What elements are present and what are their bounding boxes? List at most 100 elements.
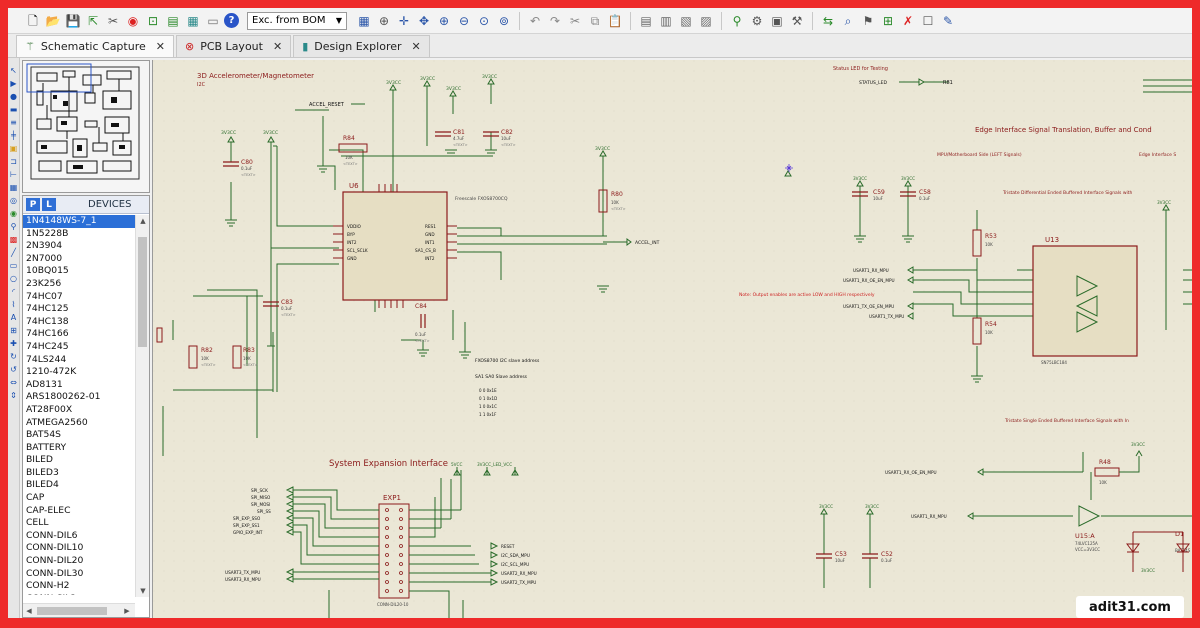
overview-window[interactable] <box>22 60 150 193</box>
undo-icon[interactable]: ↶ <box>526 12 544 30</box>
device-list-item[interactable]: 1N5228B <box>23 228 135 241</box>
print-icon[interactable]: ▤ <box>164 12 182 30</box>
device-list-item[interactable]: BILED <box>23 454 135 467</box>
hscrollbar-thumb[interactable] <box>37 607 107 615</box>
device-list-item[interactable]: CAP-ELEC <box>23 505 135 518</box>
text-icon[interactable]: ≡ <box>9 118 18 127</box>
line-icon[interactable]: ╱ <box>9 248 18 257</box>
record-icon[interactable]: ◉ <box>124 12 142 30</box>
tab-design-explorer[interactable]: ▮ Design Explorer ✕ <box>293 35 430 57</box>
open-icon[interactable]: 📂 <box>44 12 62 30</box>
device-list-item[interactable]: CONN-H2 <box>23 580 135 593</box>
cut-icon[interactable]: ✂ <box>104 12 122 30</box>
wire-icon[interactable]: ⇆ <box>819 12 837 30</box>
tab-pcb-layout[interactable]: ⊗ PCB Layout ✕ <box>175 35 292 57</box>
new-icon[interactable]: 🗋 <box>24 12 42 30</box>
device-list-item[interactable]: BILED3 <box>23 467 135 480</box>
device-list-item[interactable]: 10BQ015 <box>23 265 135 278</box>
packaging-icon[interactable]: ▣ <box>768 12 786 30</box>
symbol-icon[interactable]: ⊞ <box>9 326 18 335</box>
device-list-item[interactable]: 1N4148WS-7_1 <box>23 215 135 228</box>
bill-icon[interactable]: ✗ <box>899 12 917 30</box>
zoom-in-icon[interactable]: ⊕ <box>435 12 453 30</box>
netlist-icon[interactable]: ⊞ <box>879 12 897 30</box>
block-move-icon[interactable]: ▥ <box>657 12 675 30</box>
device-list-item[interactable]: 23K256 <box>23 278 135 291</box>
chip-u13[interactable] <box>1032 245 1138 357</box>
device-list-scrollbar[interactable]: ▲ ▼ <box>135 215 149 597</box>
device-list-item[interactable]: ATMEGA2560 <box>23 417 135 430</box>
device-list-item[interactable]: BATTERY <box>23 442 135 455</box>
crosshair-icon[interactable]: ✛ <box>395 12 413 30</box>
device-list-item[interactable]: 74HC07 <box>23 291 135 304</box>
device-list-item[interactable]: CONN-DIL30 <box>23 568 135 581</box>
scroll-right-icon[interactable]: ▶ <box>121 605 133 617</box>
mirror-y-icon[interactable]: ⇕ <box>9 391 18 400</box>
device-list-item[interactable]: 1210-472K <box>23 366 135 379</box>
save-icon[interactable]: 💾 <box>64 12 82 30</box>
zoom-all-icon[interactable]: ⊙ <box>475 12 493 30</box>
copy-icon[interactable]: ⧉ <box>586 12 604 30</box>
device-list-item[interactable]: CONN-DIL6 <box>23 530 135 543</box>
device-list-item[interactable]: BILED4 <box>23 479 135 492</box>
terminal-icon[interactable]: ⊐ <box>9 157 18 166</box>
page-icon[interactable]: ▭ <box>204 12 222 30</box>
probe-icon[interactable]: ⚲ <box>9 222 18 231</box>
block-copy-icon[interactable]: ▤ <box>637 12 655 30</box>
device-list-item[interactable]: 74HC138 <box>23 316 135 329</box>
document-icon[interactable]: ▦ <box>184 12 202 30</box>
bom-select[interactable]: Exc. from BOM ▼ <box>247 11 347 30</box>
box-icon[interactable]: ▭ <box>9 261 18 270</box>
device-list-item[interactable]: 74HC245 <box>23 341 135 354</box>
report-icon[interactable]: ✎ <box>939 12 957 30</box>
scroll-up-icon[interactable]: ▲ <box>136 215 150 227</box>
device-list-item[interactable]: CONN-DIL10 <box>23 542 135 555</box>
make-device-icon[interactable]: ⚙ <box>748 12 766 30</box>
chip-u6[interactable] <box>342 191 448 301</box>
tape-icon[interactable]: ◎ <box>9 196 18 205</box>
device-list-item[interactable]: CELL <box>23 517 135 530</box>
schematic-canvas[interactable]: 3D Accelerometer/Magnetometer I2C 3V3CC … <box>152 60 1192 618</box>
grid-icon[interactable]: ▦ <box>355 12 373 30</box>
rotate-ccw-icon[interactable]: ↺ <box>9 365 18 374</box>
cut-icon[interactable]: ✂ <box>566 12 584 30</box>
path-icon[interactable]: ⌇ <box>9 300 18 309</box>
scrollbar-thumb[interactable] <box>138 237 147 347</box>
zoom-out-icon[interactable]: ⊖ <box>455 12 473 30</box>
component-mode-icon[interactable]: ▶ <box>9 79 18 88</box>
library-manager-button[interactable]: L <box>42 198 56 211</box>
generator-icon[interactable]: ◉ <box>9 209 18 218</box>
scroll-left-icon[interactable]: ◀ <box>23 605 35 617</box>
text-tool-icon[interactable]: A <box>9 313 18 322</box>
graph-icon[interactable]: ▦ <box>9 183 18 192</box>
help-icon[interactable]: ? <box>224 13 239 28</box>
pick-devices-button[interactable]: P <box>26 198 40 211</box>
instrument-icon[interactable]: ▩ <box>9 235 18 244</box>
device-list-item[interactable]: CAP <box>23 492 135 505</box>
device-list-hscrollbar[interactable]: ◀ ▶ <box>23 603 135 617</box>
origin-icon[interactable]: ⊕ <box>375 12 393 30</box>
tab-schematic-capture[interactable]: ⚚ Schematic Capture ✕ <box>16 35 174 57</box>
device-list-item[interactable]: 74HC125 <box>23 303 135 316</box>
label-icon[interactable]: ▬ <box>9 105 18 114</box>
pin-icon[interactable]: ⊢ <box>9 170 18 179</box>
arc-icon[interactable]: ◜ <box>9 287 18 296</box>
search-icon[interactable]: ⌕ <box>839 12 857 30</box>
decompose-icon[interactable]: ⚒ <box>788 12 806 30</box>
device-list-item[interactable]: CONN-SIL2 <box>23 593 135 595</box>
device-list-item[interactable]: CONN-DIL20 <box>23 555 135 568</box>
subcircuit-icon[interactable]: ▣ <box>9 144 18 153</box>
block-rotate-icon[interactable]: ▧ <box>677 12 695 30</box>
pick-icon[interactable]: ⚲ <box>728 12 746 30</box>
scroll-down-icon[interactable]: ▼ <box>136 585 150 597</box>
device-list-item[interactable]: ARS1800262-01 <box>23 391 135 404</box>
property-icon[interactable]: ⚑ <box>859 12 877 30</box>
device-list-item[interactable]: 74HC166 <box>23 328 135 341</box>
mirror-x-icon[interactable]: ⇔ <box>9 378 18 387</box>
import-icon[interactable]: ⇱ <box>84 12 102 30</box>
zoom-fit-icon[interactable]: ⊚ <box>495 12 513 30</box>
electrical-rules-icon[interactable]: ☐ <box>919 12 937 30</box>
bus-icon[interactable]: ╪ <box>9 131 18 140</box>
device-list-item[interactable]: 2N7000 <box>23 253 135 266</box>
device-list-item[interactable]: 74LS244 <box>23 354 135 367</box>
